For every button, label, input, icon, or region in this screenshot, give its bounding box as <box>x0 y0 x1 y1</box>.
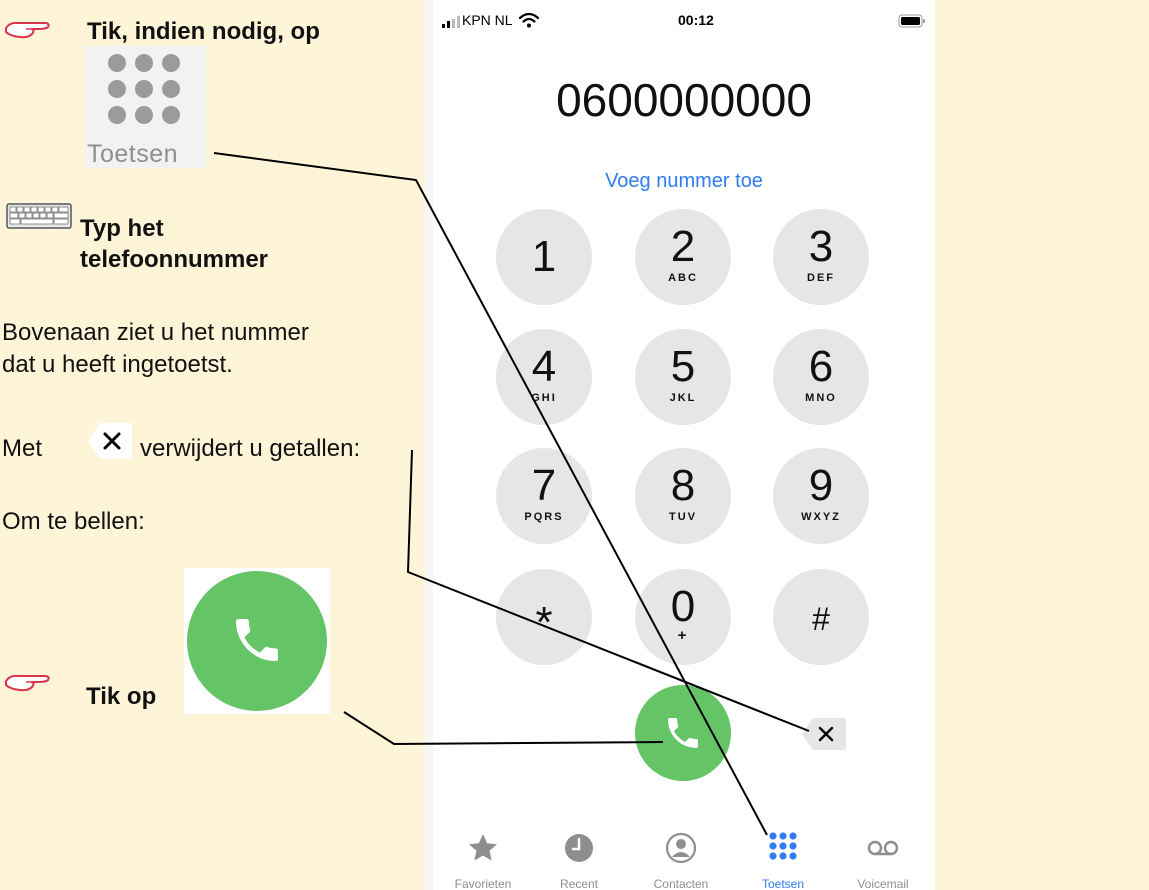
dialed-number: 0600000000 <box>556 74 812 126</box>
key-1[interactable]: 1 <box>496 209 592 305</box>
keyboard-icon <box>6 203 72 229</box>
step-type-number-line1: Typ het <box>80 215 164 242</box>
pointing-hand-icon <box>5 674 50 692</box>
call-instruction: Om te bellen: <box>2 508 145 535</box>
key-7[interactable]: 7 PQRS <box>496 448 592 544</box>
call-button[interactable] <box>635 685 731 781</box>
tab-bar: Favorieten Recent Contacten Toetsen Voic… <box>433 818 935 890</box>
step-tap-call: Tik op <box>86 683 157 710</box>
key-9[interactable]: 9 WXYZ <box>773 448 869 544</box>
keypad-thumb-label: Toetsen <box>87 140 179 168</box>
battery-icon <box>898 14 925 28</box>
clock-icon <box>565 834 593 862</box>
tab-toetsen[interactable]: Toetsen <box>733 818 833 890</box>
key-6[interactable]: 6 MNO <box>773 329 869 425</box>
step-tap-toetsen: Tik, indien nodig, op <box>87 18 320 45</box>
star-icon <box>469 834 497 861</box>
info-line-2: dat u heeft ingetoetst. <box>2 351 233 378</box>
voicemail-icon <box>867 840 899 856</box>
phone-icon <box>236 619 278 661</box>
delete-text-prefix: Met <box>2 435 43 462</box>
key-8[interactable]: 8 TUV <box>635 448 731 544</box>
phone-icon <box>668 718 698 748</box>
key-4[interactable]: 4 GHI <box>496 329 592 425</box>
key-0[interactable]: 0 + <box>635 569 731 665</box>
carrier-label: KPN NL <box>462 12 513 28</box>
call-button-image <box>184 568 330 714</box>
keypad-icon <box>108 54 182 128</box>
key-2[interactable]: 2 ABC <box>635 209 731 305</box>
panel-divider <box>425 0 433 890</box>
step-type-number-line2: telefoonnummer <box>80 246 269 273</box>
add-number-link[interactable]: Voeg nummer toe <box>433 170 935 193</box>
side-panel <box>935 0 1149 890</box>
phone-screen: KPN NL 00:12 0600000000 Voeg nummer toe … <box>433 0 935 890</box>
tab-voicemail[interactable]: Voicemail <box>833 818 933 890</box>
keypad-icon <box>769 832 797 860</box>
status-time: 00:12 <box>678 12 714 28</box>
wifi-icon <box>519 13 539 28</box>
pointing-hand-icon <box>5 21 50 39</box>
keypad-tab-thumbnail: Toetsen <box>84 46 206 168</box>
tab-contacten[interactable]: Contacten <box>631 818 731 890</box>
contact-icon <box>665 832 697 864</box>
key-hash[interactable]: # <box>773 569 869 665</box>
info-line-1: Bovenaan ziet u het nummer <box>2 319 309 346</box>
delete-button[interactable] <box>801 717 847 751</box>
key-5[interactable]: 5 JKL <box>635 329 731 425</box>
key-star[interactable]: * <box>496 569 592 665</box>
tab-favorieten[interactable]: Favorieten <box>433 818 533 890</box>
key-3[interactable]: 3 DEF <box>773 209 869 305</box>
delete-key-icon <box>88 423 132 459</box>
delete-text-suffix: verwijdert u getallen: <box>140 435 361 462</box>
signal-icon <box>442 16 460 28</box>
tab-recent[interactable]: Recent <box>529 818 629 890</box>
